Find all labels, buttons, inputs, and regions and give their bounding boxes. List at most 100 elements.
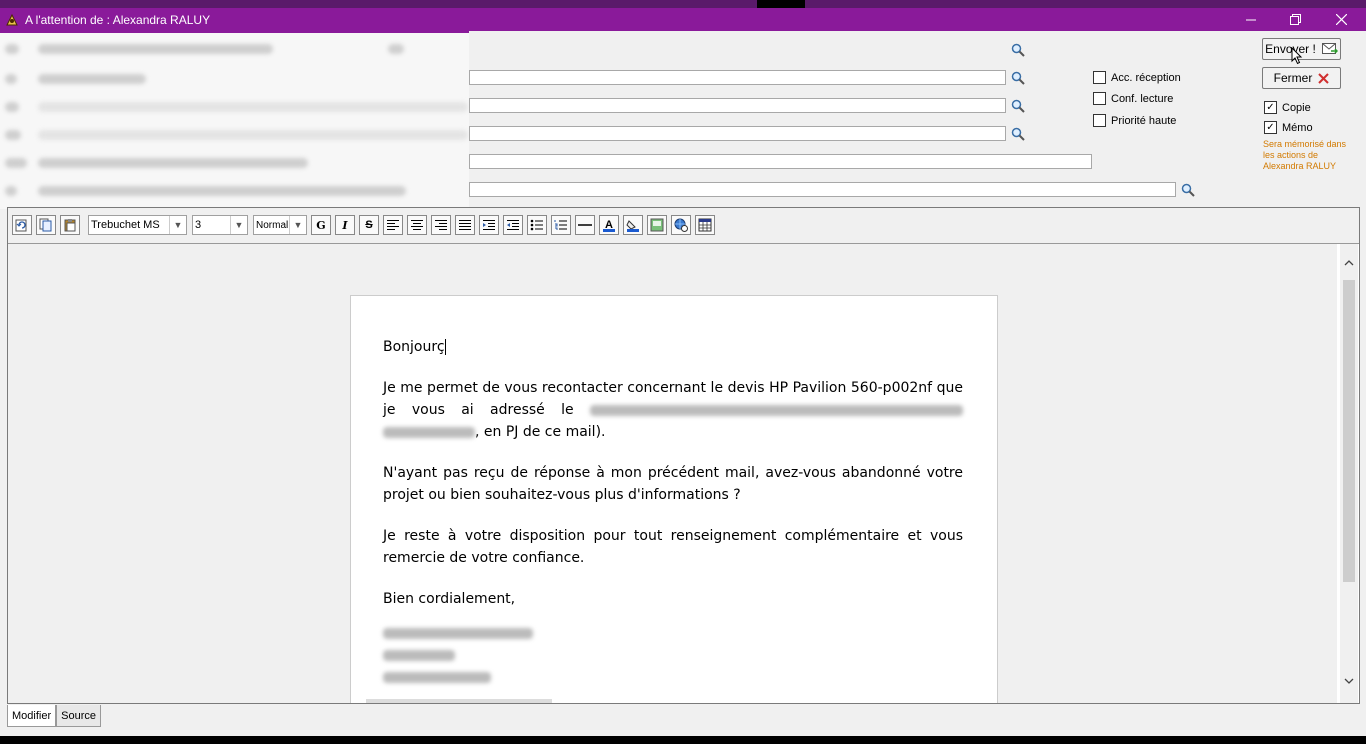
paste-button[interactable]: [60, 215, 80, 235]
justify-button[interactable]: [455, 215, 475, 235]
strikethrough-button[interactable]: S: [359, 215, 379, 235]
align-right-button[interactable]: [431, 215, 451, 235]
copy-icon: [39, 218, 52, 232]
paragraph-1-end: , en PJ de ce mail).: [475, 424, 606, 440]
read-confirm-checkbox[interactable]: [1093, 92, 1106, 105]
search-icon[interactable]: [1011, 127, 1025, 141]
indent-icon: [483, 220, 495, 230]
redacted-text: [590, 404, 963, 416]
search-icon[interactable]: [1011, 71, 1025, 85]
font-size-value: 3: [195, 219, 202, 231]
text-color-button[interactable]: A: [599, 215, 619, 235]
mouse-cursor-icon: [1291, 47, 1303, 65]
attachments-field[interactable]: [469, 182, 1176, 197]
ack-reception-checkbox[interactable]: [1093, 71, 1106, 84]
scroll-down-icon[interactable]: [1340, 672, 1358, 690]
chevron-down-icon: ▼: [289, 216, 306, 234]
editor-canvas[interactable]: Bonjourç Je me permet de vous recontacte…: [8, 244, 1337, 703]
scroll-up-icon[interactable]: [1340, 254, 1358, 272]
paragraph-style-select[interactable]: Normal ▼: [253, 215, 307, 235]
bold-button[interactable]: G: [311, 215, 331, 235]
insert-link-button[interactable]: [671, 215, 691, 235]
message-page[interactable]: Bonjourç Je me permet de vous recontacte…: [350, 295, 998, 703]
align-left-button[interactable]: [383, 215, 403, 235]
strikethrough-icon: S: [365, 219, 373, 231]
restore-icon: [1289, 14, 1301, 25]
read-confirm-label: Conf. lecture: [1111, 92, 1174, 105]
high-priority-checkbox[interactable]: [1093, 114, 1106, 127]
scrollbar-thumb[interactable]: [1343, 280, 1355, 582]
restore-button[interactable]: [1272, 8, 1318, 31]
taskbar-segment: [0, 0, 757, 8]
subject-field[interactable]: [469, 154, 1092, 169]
memo-checkbox[interactable]: ✓: [1264, 121, 1277, 134]
message-body[interactable]: Bonjourç Je me permet de vous recontacte…: [383, 336, 963, 683]
close-compose-button[interactable]: Fermer: [1262, 67, 1341, 89]
outdent-button[interactable]: [503, 215, 523, 235]
bcc-field[interactable]: [469, 98, 1006, 113]
align-right-icon: [435, 220, 447, 230]
memo-label: Mémo: [1282, 121, 1313, 134]
ack-reception-option[interactable]: Acc. réception: [1093, 71, 1181, 84]
paragraph-3: Je reste à votre disposition pour tout r…: [383, 528, 963, 566]
red-x-icon: [1318, 72, 1330, 84]
close-label: Fermer: [1273, 71, 1313, 85]
table-icon: [698, 218, 712, 232]
read-confirm-option[interactable]: Conf. lecture: [1093, 92, 1173, 105]
search-icon[interactable]: [1181, 183, 1195, 197]
memo-option[interactable]: ✓ Mémo: [1264, 121, 1313, 134]
high-priority-option[interactable]: Priorité haute: [1093, 114, 1176, 127]
paste-icon: [64, 219, 76, 232]
background-color-button[interactable]: [623, 215, 643, 235]
high-priority-label: Priorité haute: [1111, 114, 1177, 127]
horizontal-rule-button[interactable]: [575, 215, 595, 235]
app-icon: [6, 13, 18, 25]
tab-edit[interactable]: Modifier: [7, 705, 57, 727]
font-size-select[interactable]: 3 ▼: [192, 215, 248, 235]
search-icon[interactable]: [1011, 43, 1025, 57]
align-left-icon: [387, 220, 399, 230]
insert-image-button[interactable]: [647, 215, 667, 235]
recipient-header-redacted: [0, 31, 469, 209]
envelope-send-icon: [1321, 43, 1338, 54]
minimize-button[interactable]: [1228, 8, 1274, 31]
align-center-icon: [411, 220, 423, 230]
copy-label: Copie: [1282, 101, 1311, 114]
bold-icon: G: [316, 218, 326, 232]
chevron-down-icon: ▼: [169, 216, 186, 234]
tab-source[interactable]: Source: [56, 705, 101, 727]
insert-table-button[interactable]: [695, 215, 715, 235]
title-bar: A l'attention de : Alexandra RALUY: [0, 8, 1366, 31]
search-icon[interactable]: [1011, 99, 1025, 113]
format-toolbar: Trebuchet MS ▼ 3 ▼ Normal ▼ G I S A: [8, 208, 1359, 244]
copy-button[interactable]: [36, 215, 56, 235]
italic-button[interactable]: I: [335, 215, 355, 235]
font-family-select[interactable]: Trebuchet MS ▼: [88, 215, 187, 235]
cc-field[interactable]: [469, 70, 1006, 85]
compose-window: Acc. réception Conf. lecture Priorité ha…: [0, 31, 1366, 736]
text-caret: [444, 339, 446, 355]
undo-button[interactable]: [12, 215, 32, 235]
italic-icon: I: [342, 218, 348, 232]
vertical-scrollbar[interactable]: [1340, 244, 1358, 703]
page-bottom-edge: [366, 699, 552, 703]
top-strip: [0, 0, 1366, 8]
numbered-list-button[interactable]: [551, 215, 571, 235]
html-editor: Trebuchet MS ▼ 3 ▼ Normal ▼ G I S A Bonj…: [7, 207, 1360, 704]
paint-bucket-icon: [626, 220, 639, 232]
copy-option[interactable]: ✓ Copie: [1264, 101, 1311, 114]
bullet-list-button[interactable]: [527, 215, 547, 235]
ack-reception-label: Acc. réception: [1111, 71, 1181, 84]
copy-checkbox[interactable]: ✓: [1264, 101, 1277, 114]
justify-icon: [459, 220, 471, 230]
horizontal-rule-icon: [578, 224, 592, 226]
align-center-button[interactable]: [407, 215, 427, 235]
indent-button[interactable]: [479, 215, 499, 235]
bottom-strip: [0, 736, 1366, 744]
extra-recipient-field[interactable]: [469, 126, 1006, 141]
minimize-icon: [1246, 19, 1256, 20]
chevron-down-icon: ▼: [230, 216, 247, 234]
globe-link-icon: [674, 218, 688, 232]
window-title: A l'attention de : Alexandra RALUY: [25, 12, 211, 27]
close-window-button[interactable]: [1318, 8, 1364, 31]
